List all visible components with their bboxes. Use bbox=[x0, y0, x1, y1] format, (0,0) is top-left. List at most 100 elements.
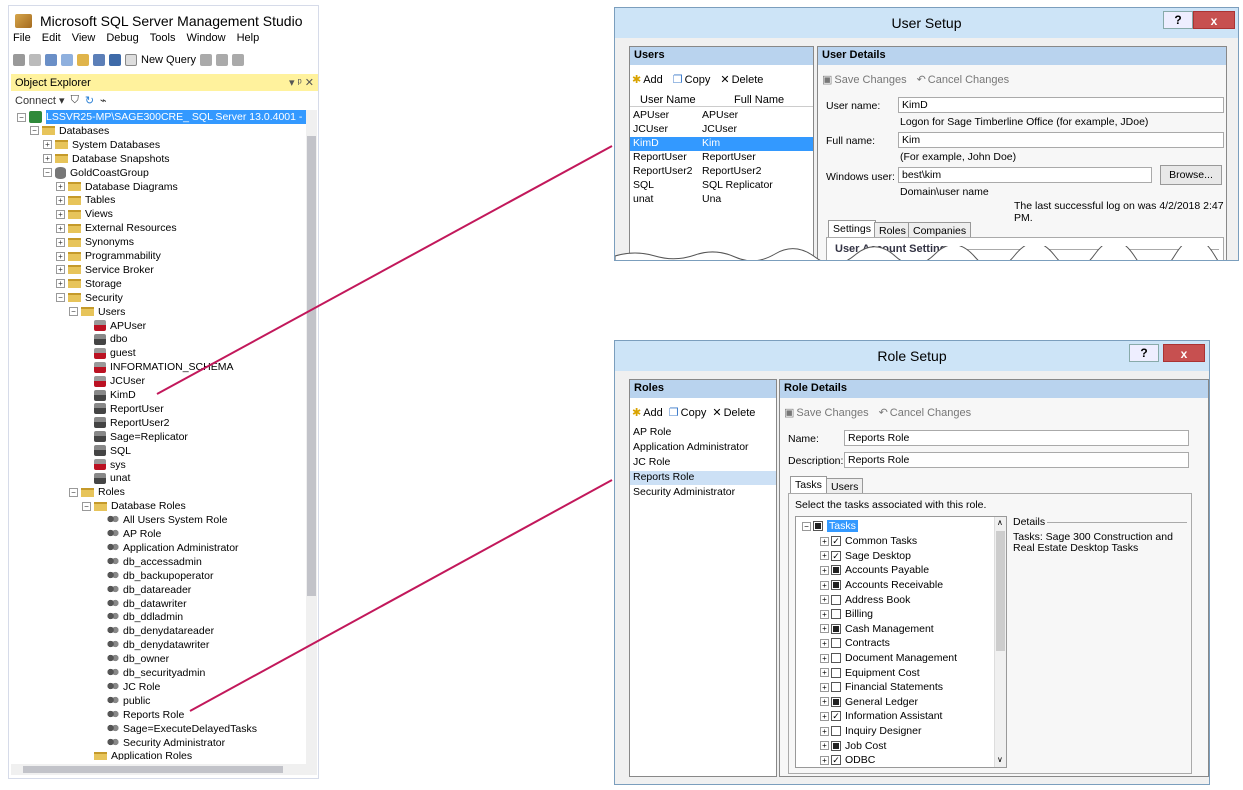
save-changes-button[interactable]: ▣ Save Changes bbox=[784, 406, 869, 420]
expand-icon[interactable]: + bbox=[820, 580, 829, 590]
close-button[interactable]: x bbox=[1163, 344, 1205, 362]
task-checkbox[interactable] bbox=[831, 653, 841, 664]
collapse-icon[interactable]: − bbox=[802, 521, 811, 531]
expand-icon[interactable]: + bbox=[820, 624, 829, 634]
task-item[interactable]: + ✓ Common Tasks bbox=[820, 534, 917, 549]
task-checkbox[interactable] bbox=[831, 667, 841, 678]
role-row[interactable]: Reports Role bbox=[630, 471, 776, 485]
task-item[interactable]: + Cash Management bbox=[820, 622, 934, 637]
task-checkbox[interactable]: ✓ bbox=[831, 755, 841, 766]
cancel-changes-button[interactable]: ↶ Cancel Changes bbox=[917, 73, 1010, 87]
save-changes-button[interactable]: ▣ Save Changes bbox=[822, 73, 907, 87]
users-pane: Users ✱ Add ❐ Copy ✕ Delete User Name Full … bbox=[629, 46, 814, 260]
task-checkbox[interactable]: ✓ bbox=[831, 536, 841, 547]
full-name-cell: JCUser bbox=[702, 123, 738, 135]
task-checkbox[interactable]: ✓ bbox=[831, 550, 841, 561]
scroll-down-icon[interactable]: ∨ bbox=[997, 755, 1003, 764]
user-row[interactable]: unat Una bbox=[630, 193, 813, 207]
add-role-button[interactable]: ✱ Add bbox=[632, 406, 663, 420]
task-checkbox[interactable] bbox=[831, 623, 841, 634]
task-checkbox[interactable] bbox=[831, 682, 841, 693]
expand-icon[interactable]: + bbox=[820, 595, 829, 605]
task-checkbox[interactable] bbox=[831, 740, 841, 751]
task-checkbox[interactable] bbox=[831, 726, 841, 737]
tab-tasks[interactable]: Tasks bbox=[790, 476, 827, 493]
task-item[interactable]: + Accounts Payable bbox=[820, 563, 929, 578]
tasks-scroll-thumb[interactable] bbox=[996, 531, 1005, 651]
close-button[interactable]: x bbox=[1193, 11, 1235, 29]
user-name-field[interactable]: KimD bbox=[898, 97, 1224, 113]
task-item[interactable]: + Financial Statements bbox=[820, 680, 943, 695]
tasks-tree: − Tasks + ✓ Common Tasks + ✓ Sage Desktop + Acc… bbox=[795, 516, 1007, 768]
expand-icon[interactable]: + bbox=[820, 711, 829, 721]
task-item[interactable]: + ✓ ODBC bbox=[820, 753, 875, 767]
user-row[interactable]: ReportUser2 ReportUser2 bbox=[630, 165, 813, 179]
task-checkbox[interactable] bbox=[831, 609, 841, 620]
user-name-cell: unat bbox=[633, 193, 654, 205]
task-item[interactable]: + Inquiry Designer bbox=[820, 724, 921, 739]
task-item[interactable]: + ✓ Sage Desktop bbox=[820, 549, 911, 564]
user-row[interactable]: ReportUser ReportUser bbox=[630, 151, 813, 165]
full-name-cell: Una bbox=[702, 193, 722, 205]
user-row[interactable]: APUser APUser bbox=[630, 109, 813, 123]
tab-settings[interactable]: Settings bbox=[828, 220, 876, 237]
expand-icon[interactable]: + bbox=[820, 726, 829, 736]
expand-icon[interactable]: + bbox=[820, 565, 829, 575]
task-item[interactable]: + Billing bbox=[820, 607, 873, 622]
copy-user-button[interactable]: ❐ Copy bbox=[673, 73, 711, 87]
full-name-field[interactable]: Kim bbox=[898, 132, 1224, 148]
task-item[interactable]: + General Ledger bbox=[820, 695, 918, 710]
user-row[interactable]: KimD Kim bbox=[630, 137, 813, 151]
tasks-root[interactable]: − Tasks bbox=[802, 519, 858, 534]
task-checkbox[interactable] bbox=[831, 696, 841, 707]
copy-icon: ❐ bbox=[668, 407, 679, 419]
expand-icon[interactable]: + bbox=[820, 609, 829, 619]
role-name-field[interactable]: Reports Role bbox=[844, 430, 1189, 446]
user-row[interactable]: JCUser JCUser bbox=[630, 123, 813, 137]
role-row[interactable]: AP Role bbox=[630, 426, 776, 440]
scroll-up-icon[interactable]: ∧ bbox=[997, 518, 1003, 527]
tasks-root-checkbox[interactable] bbox=[813, 521, 823, 532]
col-full-name[interactable]: Full Name bbox=[734, 94, 784, 106]
col-user-name[interactable]: User Name bbox=[640, 94, 696, 106]
add-user-button[interactable]: ✱ Add bbox=[632, 73, 663, 87]
expand-icon[interactable]: + bbox=[820, 755, 829, 765]
copy-role-button[interactable]: ❐ Copy bbox=[668, 406, 707, 420]
task-checkbox[interactable] bbox=[831, 580, 841, 591]
role-row[interactable]: JC Role bbox=[630, 456, 776, 470]
expand-icon[interactable]: + bbox=[820, 741, 829, 751]
task-item[interactable]: + Document Management bbox=[820, 651, 957, 666]
expand-icon[interactable]: + bbox=[820, 682, 829, 692]
help-button[interactable]: ? bbox=[1129, 344, 1159, 362]
windows-user-field[interactable]: best\kim bbox=[898, 167, 1152, 183]
task-item[interactable]: + Accounts Receivable bbox=[820, 578, 943, 593]
expand-icon[interactable]: + bbox=[820, 697, 829, 707]
expand-icon[interactable]: + bbox=[820, 638, 829, 648]
expand-icon[interactable]: + bbox=[820, 653, 829, 663]
task-checkbox[interactable]: ✓ bbox=[831, 711, 841, 722]
task-item[interactable]: + ✓ Information Assistant bbox=[820, 709, 942, 724]
expand-icon[interactable]: + bbox=[820, 536, 829, 546]
task-checkbox[interactable] bbox=[831, 594, 841, 605]
task-checkbox[interactable] bbox=[831, 638, 841, 649]
task-checkbox[interactable] bbox=[831, 565, 841, 576]
browse-button[interactable]: Browse... bbox=[1160, 165, 1222, 185]
cancel-changes-button[interactable]: ↶ Cancel Changes bbox=[879, 406, 972, 420]
task-label: Job Cost bbox=[845, 739, 887, 752]
task-item[interactable]: + Equipment Cost bbox=[820, 665, 920, 680]
tasks-scrollbar[interactable]: ∧ ∨ bbox=[994, 517, 1006, 767]
role-row[interactable]: Application Administrator bbox=[630, 441, 776, 455]
description-field[interactable]: Reports Role bbox=[844, 452, 1189, 468]
user-name-label: User name: bbox=[826, 100, 881, 112]
user-row[interactable]: SQL SQL Replicator bbox=[630, 179, 813, 193]
task-item[interactable]: + Address Book bbox=[820, 592, 910, 607]
expand-icon[interactable]: + bbox=[820, 668, 829, 678]
expand-icon[interactable]: + bbox=[820, 551, 829, 561]
role-row[interactable]: Security Administrator bbox=[630, 486, 776, 500]
delete-role-button[interactable]: ✕ Delete bbox=[712, 406, 755, 420]
task-item[interactable]: + Contracts bbox=[820, 636, 890, 651]
task-item[interactable]: + Job Cost bbox=[820, 738, 886, 753]
save-label: Save Changes bbox=[796, 406, 869, 419]
help-button[interactable]: ? bbox=[1163, 11, 1193, 29]
delete-user-button[interactable]: ✕ Delete bbox=[720, 73, 763, 87]
